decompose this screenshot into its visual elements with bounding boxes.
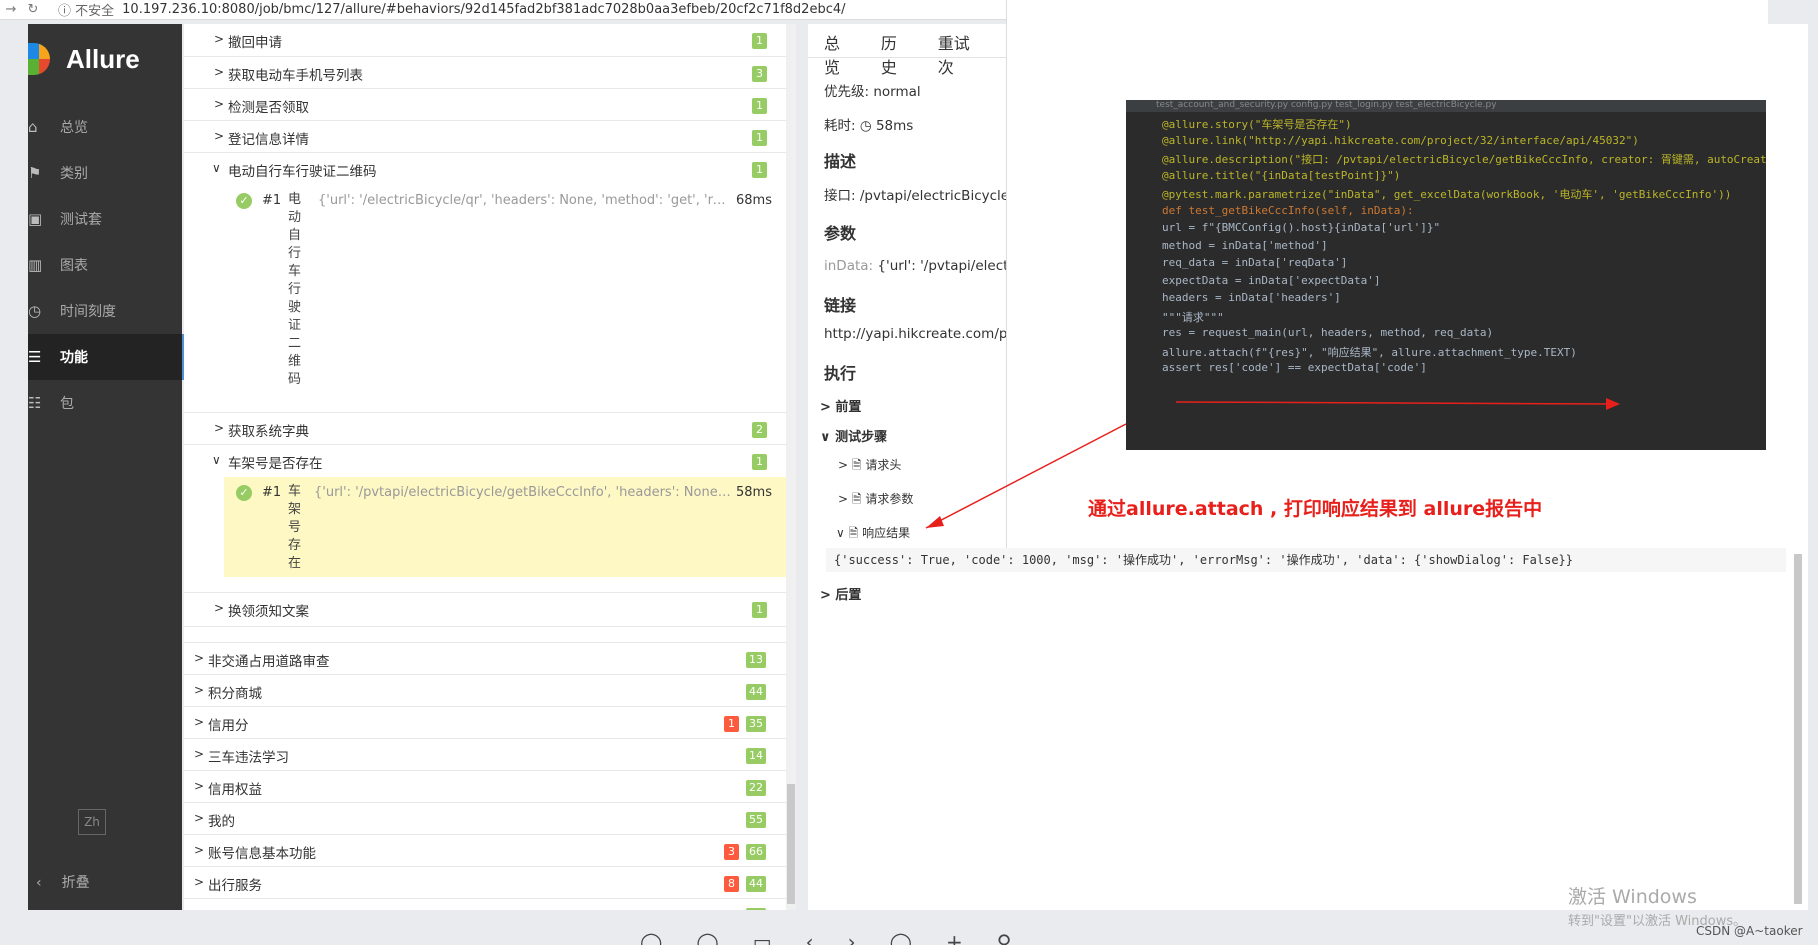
annotation-text: 通过allure.attach , 打印响应结果到 allure报告中 bbox=[1088, 498, 1543, 520]
windows-watermark: 激活 Windows bbox=[1568, 886, 1697, 908]
csdn-credit: CSDN @A~taoker bbox=[1696, 924, 1803, 938]
viewer-toolbar: ◯◯▭‹›◯+⚲ bbox=[640, 930, 1046, 945]
arrowhead bbox=[926, 516, 944, 528]
arrowhead bbox=[1606, 398, 1620, 410]
screen: → ↻ ⓘ 不安全 10.197.236.10:8080/job/bmc/127… bbox=[0, 0, 1818, 945]
arrow-line bbox=[1175, 401, 1619, 405]
annotation-arrows bbox=[925, 398, 1620, 529]
